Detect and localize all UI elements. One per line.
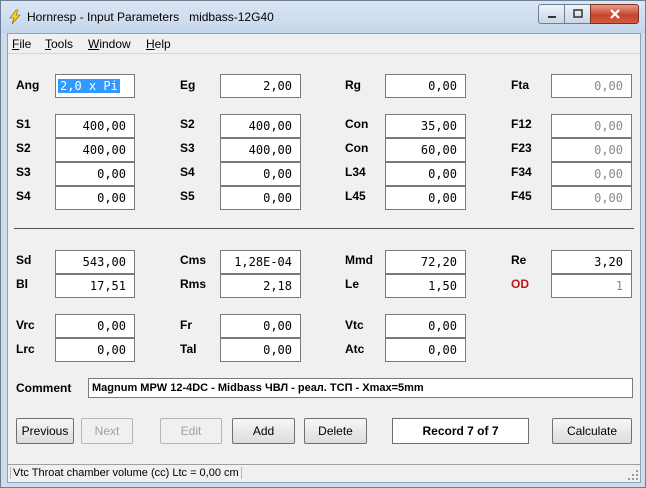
field-s3b[interactable]: 400,00 bbox=[220, 138, 301, 162]
resize-grip-icon[interactable] bbox=[627, 469, 639, 481]
field-sd[interactable]: 543,00 bbox=[55, 250, 135, 274]
label-le: Le bbox=[345, 277, 360, 291]
label-fta: Fta bbox=[511, 78, 529, 92]
next-button[interactable]: Next bbox=[81, 418, 133, 444]
label-f45: F45 bbox=[511, 189, 532, 203]
label-l45: L45 bbox=[345, 189, 366, 203]
menu-bar: File Tools Window Help bbox=[8, 34, 640, 54]
field-f23[interactable]: 0,00 bbox=[551, 138, 632, 162]
field-cms[interactable]: 1,28E-04 bbox=[220, 250, 301, 274]
menu-window[interactable]: Window bbox=[88, 37, 131, 51]
label-fr: Fr bbox=[180, 318, 192, 332]
label-f34: F34 bbox=[511, 165, 532, 179]
label-atc: Atc bbox=[345, 342, 365, 356]
field-s1[interactable]: 400,00 bbox=[55, 114, 135, 138]
label-s1: S1 bbox=[16, 117, 31, 131]
label-con1: Con bbox=[345, 117, 369, 131]
field-ang[interactable]: 2,0 x Pi bbox=[55, 74, 135, 98]
field-rg[interactable]: 0,00 bbox=[385, 74, 466, 98]
label-rms: Rms bbox=[180, 277, 207, 291]
field-rms[interactable]: 2,18 bbox=[220, 274, 301, 298]
lightning-icon bbox=[9, 9, 21, 25]
close-button[interactable] bbox=[590, 4, 639, 24]
maximize-button[interactable] bbox=[564, 4, 591, 24]
label-rg: Rg bbox=[345, 78, 361, 92]
field-od[interactable]: 1 bbox=[551, 274, 632, 298]
comment-field[interactable]: Magnum MPW 12-4DC - Midbass ЧВЛ - реал. … bbox=[88, 378, 633, 398]
field-f45[interactable]: 0,00 bbox=[551, 186, 632, 210]
maximize-icon bbox=[572, 9, 583, 18]
delete-button[interactable]: Delete bbox=[304, 418, 367, 444]
label-cms: Cms bbox=[180, 253, 207, 267]
field-f12[interactable]: 0,00 bbox=[551, 114, 632, 138]
window-subtitle: midbass-12G40 bbox=[189, 10, 274, 24]
minimize-button[interactable] bbox=[538, 4, 565, 24]
field-s4b[interactable]: 0,00 bbox=[220, 162, 301, 186]
field-mmd[interactable]: 72,20 bbox=[385, 250, 466, 274]
app-window: Hornresp - Input Parameters midbass-12G4… bbox=[0, 0, 646, 488]
field-s4[interactable]: 0,00 bbox=[55, 186, 135, 210]
label-vrc: Vrc bbox=[16, 318, 35, 332]
field-con2[interactable]: 60,00 bbox=[385, 138, 466, 162]
field-s2[interactable]: 400,00 bbox=[55, 138, 135, 162]
label-f12: F12 bbox=[511, 117, 532, 131]
label-l34: L34 bbox=[345, 165, 366, 179]
field-l34[interactable]: 0,00 bbox=[385, 162, 466, 186]
field-f34[interactable]: 0,00 bbox=[551, 162, 632, 186]
field-vtc[interactable]: 0,00 bbox=[385, 314, 466, 338]
label-s3b: S3 bbox=[180, 141, 195, 155]
label-comment: Comment bbox=[16, 381, 72, 395]
add-button[interactable]: Add bbox=[232, 418, 295, 444]
calculate-button[interactable]: Calculate bbox=[552, 418, 632, 444]
menu-help[interactable]: Help bbox=[146, 37, 171, 51]
label-s4: S4 bbox=[16, 189, 31, 203]
label-lrc: Lrc bbox=[16, 342, 35, 356]
minimize-icon bbox=[547, 16, 556, 18]
field-s5[interactable]: 0,00 bbox=[220, 186, 301, 210]
window-title: Hornresp - Input Parameters midbass-12G4… bbox=[27, 10, 274, 24]
menu-file[interactable]: File bbox=[12, 37, 31, 51]
section-divider bbox=[14, 228, 634, 229]
label-sd: Sd bbox=[16, 253, 32, 267]
field-bl[interactable]: 17,51 bbox=[55, 274, 135, 298]
title-bar[interactable]: Hornresp - Input Parameters midbass-12G4… bbox=[1, 1, 645, 33]
field-fta[interactable]: 0,00 bbox=[551, 74, 632, 98]
input-parameters-panel: File Tools Window Help Ang 2,0 x Pi Eg 2… bbox=[7, 33, 641, 483]
field-s2b[interactable]: 400,00 bbox=[220, 114, 301, 138]
field-vrc[interactable]: 0,00 bbox=[55, 314, 135, 338]
field-atc[interactable]: 0,00 bbox=[385, 338, 466, 362]
field-tal[interactable]: 0,00 bbox=[220, 338, 301, 362]
label-s2b: S2 bbox=[180, 117, 195, 131]
label-od: OD bbox=[511, 277, 529, 291]
field-con1[interactable]: 35,00 bbox=[385, 114, 466, 138]
label-con2: Con bbox=[345, 141, 369, 155]
label-s2: S2 bbox=[16, 141, 31, 155]
label-re: Re bbox=[511, 253, 527, 267]
field-re[interactable]: 3,20 bbox=[551, 250, 632, 274]
field-lrc[interactable]: 0,00 bbox=[55, 338, 135, 362]
close-icon bbox=[609, 9, 620, 19]
status-bar: Vtc Throat chamber volume (cc) Ltc = 0,0… bbox=[8, 464, 640, 482]
label-mmd: Mmd bbox=[345, 253, 373, 267]
label-tal: Tal bbox=[180, 342, 197, 356]
label-s3: S3 bbox=[16, 165, 31, 179]
field-eg[interactable]: 2,00 bbox=[220, 74, 301, 98]
field-l45[interactable]: 0,00 bbox=[385, 186, 466, 210]
label-s5: S5 bbox=[180, 189, 195, 203]
field-ang-value: 2,0 x Pi bbox=[58, 79, 120, 93]
label-vtc: Vtc bbox=[345, 318, 364, 332]
previous-button[interactable]: Previous bbox=[16, 418, 74, 444]
field-fr[interactable]: 0,00 bbox=[220, 314, 301, 338]
record-indicator: Record 7 of 7 bbox=[392, 418, 529, 444]
edit-button[interactable]: Edit bbox=[160, 418, 222, 444]
label-bl: Bl bbox=[16, 277, 28, 291]
label-ang: Ang bbox=[16, 78, 40, 92]
label-eg: Eg bbox=[180, 78, 196, 92]
menu-tools[interactable]: Tools bbox=[45, 37, 73, 51]
field-le[interactable]: 1,50 bbox=[385, 274, 466, 298]
label-f23: F23 bbox=[511, 141, 532, 155]
status-text: Vtc Throat chamber volume (cc) Ltc = 0,0… bbox=[10, 467, 242, 479]
label-s4b: S4 bbox=[180, 165, 195, 179]
field-s3[interactable]: 0,00 bbox=[55, 162, 135, 186]
